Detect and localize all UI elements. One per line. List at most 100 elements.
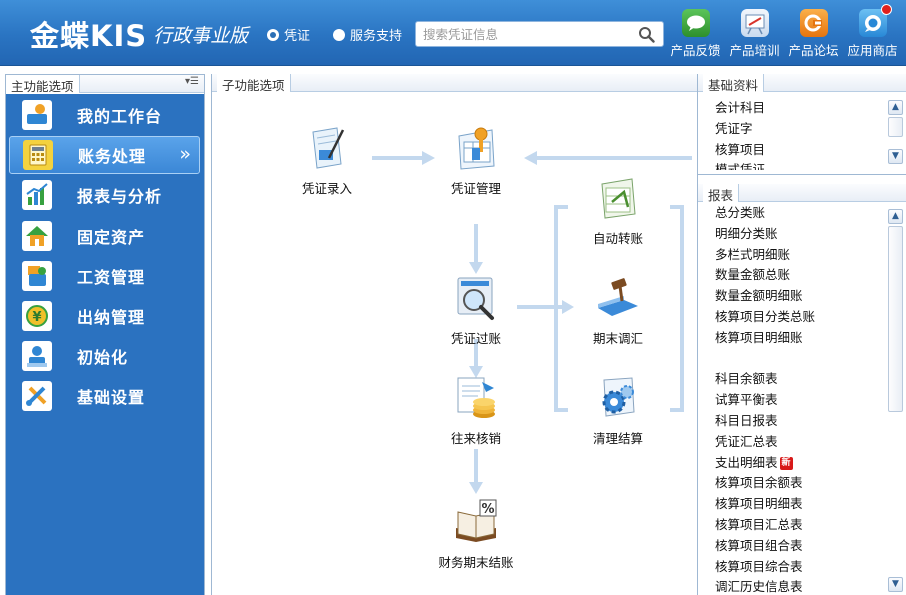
- tool-app-store[interactable]: 应用商店: [845, 4, 900, 59]
- notification-dot-icon: [880, 4, 892, 15]
- voucher-post-icon: [452, 274, 500, 322]
- double-chevron-right-icon: »: [179, 143, 191, 166]
- func-ar-ap-writeoff[interactable]: 往来核销: [444, 374, 508, 447]
- radio-service[interactable]: 服务支持: [333, 25, 402, 44]
- main-nav: 我的工作台 账务处理 » 报表与分析 固定资产 工资管理 ¥ 出纳管理 初始化 …: [6, 94, 204, 595]
- nav-item-reports[interactable]: 报表与分析: [9, 176, 200, 214]
- scroll-down-icon[interactable]: ▼: [888, 577, 903, 592]
- voucher-manage-icon: [452, 124, 500, 172]
- func-label: 凭证过账: [450, 331, 501, 346]
- list-item[interactable]: 总分类账: [715, 203, 815, 224]
- scroll-thumb[interactable]: [888, 117, 903, 137]
- func-voucher-post[interactable]: 凭证过账: [444, 274, 508, 347]
- func-label: 财务期末结账: [438, 555, 514, 570]
- search-input[interactable]: [416, 22, 626, 46]
- tab-sub-functions[interactable]: 子功能选项: [217, 74, 291, 93]
- voucher-entry-icon: [303, 124, 351, 172]
- radio-voucher-dot[interactable]: [267, 28, 279, 41]
- scroll-up-icon[interactable]: ▲: [888, 209, 903, 224]
- search-box[interactable]: [415, 21, 664, 47]
- fixed-asset-icon: [22, 220, 52, 251]
- tab-main-functions[interactable]: 主功能选项: [6, 75, 80, 94]
- list-item[interactable]: 核算项目综合表: [715, 557, 815, 578]
- list-item[interactable]: 多栏式明细账: [715, 245, 815, 266]
- training-board-icon: [740, 9, 769, 37]
- radio-voucher-label: 凭证: [284, 29, 311, 44]
- func-voucher-manage[interactable]: 凭证管理: [444, 124, 508, 197]
- reports-tabbar: 报表: [698, 184, 906, 203]
- period-adjust-icon: [594, 274, 642, 322]
- tool-training-label: 产品培训: [729, 43, 780, 58]
- basic-data-tabbar: 基础资料: [698, 74, 906, 93]
- nav-item-cashier[interactable]: ¥ 出纳管理: [9, 297, 200, 335]
- tab-reports[interactable]: 报表: [703, 184, 740, 203]
- list-item[interactable]: 数量金额明细账: [715, 286, 815, 307]
- radio-service-dot[interactable]: [333, 28, 345, 41]
- nav-item-fixed-assets[interactable]: 固定资产: [9, 217, 200, 255]
- sub-function-panel: 子功能选项 凭证录入 凭证管理 自动转账 凭证过账 期末调汇 往来核销 清理结算…: [211, 74, 697, 595]
- tool-training[interactable]: 产品培训: [727, 9, 782, 59]
- period-close-book-icon: %: [452, 498, 500, 546]
- scroll-down-icon[interactable]: ▼: [888, 149, 903, 164]
- chat-bubble-icon: [681, 9, 710, 37]
- quick-access-panel: 基础资料 会计科目 凭证字 核算项目 模式凭证 ▲ ▼ 报表 总分类账 明细分类…: [697, 74, 906, 595]
- list-item[interactable]: 凭证汇总表: [715, 432, 815, 453]
- list-item[interactable]: 核算项目汇总表: [715, 515, 815, 536]
- list-item[interactable]: 核算项目: [715, 140, 765, 161]
- tab-basic-data[interactable]: 基础资料: [703, 74, 765, 93]
- nav-item-accounting[interactable]: 账务处理 »: [9, 136, 200, 175]
- app-store-icon: [858, 4, 892, 37]
- func-label: 期末调汇: [592, 331, 643, 346]
- func-auto-transfer[interactable]: 自动转账: [586, 174, 650, 247]
- nav-item-payroll[interactable]: 工资管理: [9, 257, 200, 295]
- nav-item-initialize[interactable]: 初始化: [9, 337, 200, 375]
- accounting-icon: [23, 140, 53, 171]
- list-item[interactable]: 凭证字: [715, 119, 765, 140]
- tool-forum[interactable]: 产品论坛: [786, 9, 841, 59]
- radio-service-label: 服务支持: [350, 29, 403, 44]
- search-icon[interactable]: [638, 26, 655, 43]
- list-item[interactable]: 核算项目组合表: [715, 536, 815, 557]
- func-clear-settle[interactable]: 清理结算: [586, 374, 650, 447]
- func-voucher-entry[interactable]: 凭证录入: [297, 124, 357, 197]
- forum-icon: [799, 9, 828, 37]
- basic-data-list: 会计科目 凭证字 核算项目 模式凭证: [715, 98, 765, 170]
- basic-data-scrollbar[interactable]: ▲ ▼: [888, 100, 903, 166]
- list-item[interactable]: 核算项目余额表: [715, 473, 815, 494]
- list-item[interactable]: 数量金额总账: [715, 265, 815, 286]
- edition-name: 行政事业版: [153, 24, 249, 47]
- list-item[interactable]: 核算项目分类总账: [715, 307, 815, 328]
- cashier-icon: ¥: [22, 300, 52, 331]
- reports-list: 总分类账 明细分类账 多栏式明细账 数量金额总账 数量金额明细账 核算项目分类总…: [715, 203, 815, 595]
- tool-feedback[interactable]: 产品反馈: [668, 9, 723, 59]
- list-item[interactable]: 试算平衡表: [715, 390, 815, 411]
- scroll-up-icon[interactable]: ▲: [888, 100, 903, 115]
- list-item[interactable]: 科目余额表: [715, 369, 815, 390]
- list-item[interactable]: 科目日报表: [715, 411, 815, 432]
- list-item[interactable]: 明细分类账: [715, 224, 815, 245]
- list-item[interactable]: 核算项目明细表: [715, 494, 815, 515]
- radio-voucher[interactable]: 凭证: [267, 25, 310, 44]
- func-period-close[interactable]: % 财务期末结账: [434, 498, 518, 571]
- auto-transfer-icon: [594, 174, 642, 222]
- list-item[interactable]: 调汇历史信息表: [715, 577, 815, 595]
- nav-item-workbench[interactable]: 我的工作台: [9, 96, 200, 134]
- svg-text:¥: ¥: [32, 310, 41, 325]
- nav-item-basic-settings[interactable]: 基础设置: [9, 377, 200, 415]
- func-label: 凭证录入: [301, 181, 352, 196]
- func-label: 往来核销: [450, 431, 501, 446]
- list-item[interactable]: 核算项目明细账: [715, 328, 815, 349]
- list-item[interactable]: 会计科目: [715, 98, 765, 119]
- reports-scrollbar[interactable]: ▲ ▼: [888, 209, 903, 593]
- func-period-adjust[interactable]: 期末调汇: [586, 274, 650, 347]
- scroll-thumb[interactable]: [888, 226, 903, 412]
- app-logo: 金蝶KIS 行政事业版: [30, 13, 248, 55]
- panel-menu-icon[interactable]: ▾☰: [185, 76, 199, 87]
- list-item[interactable]: 模式凭证: [715, 160, 765, 170]
- nav-label: 初始化: [77, 348, 129, 368]
- report-chart-icon: [22, 180, 52, 211]
- list-item[interactable]: 支出明细表新: [715, 453, 815, 474]
- svg-text:%: %: [481, 502, 494, 517]
- workbench-icon: [22, 100, 52, 130]
